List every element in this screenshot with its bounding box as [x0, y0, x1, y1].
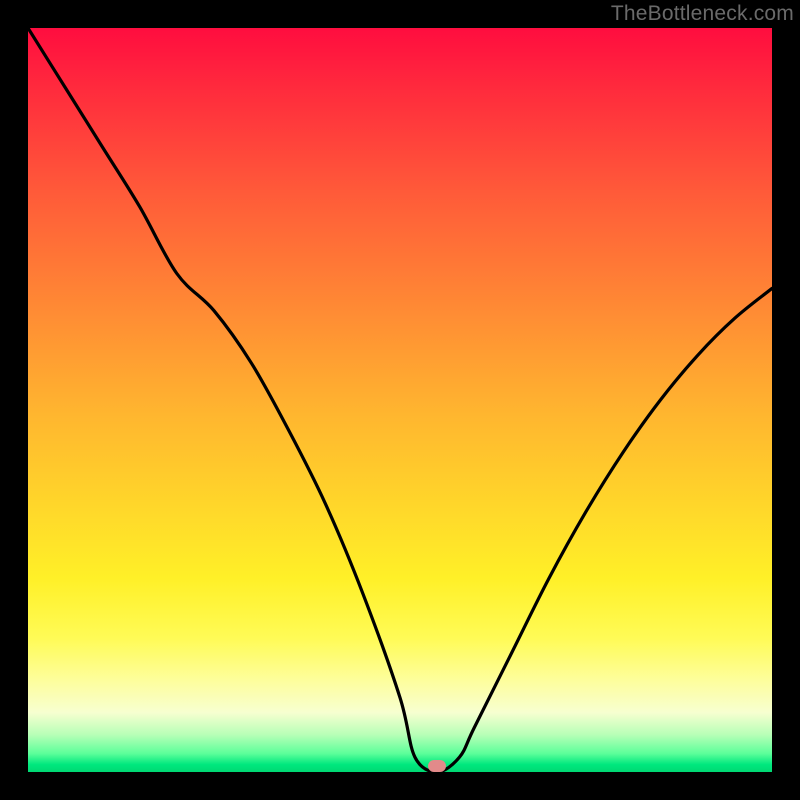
bottleneck-curve: [28, 28, 772, 772]
plot-area: [28, 28, 772, 772]
chart-frame: TheBottleneck.com: [0, 0, 800, 800]
watermark-text: TheBottleneck.com: [611, 2, 794, 26]
optimal-point-marker: [428, 760, 446, 772]
curve-path: [28, 28, 772, 772]
